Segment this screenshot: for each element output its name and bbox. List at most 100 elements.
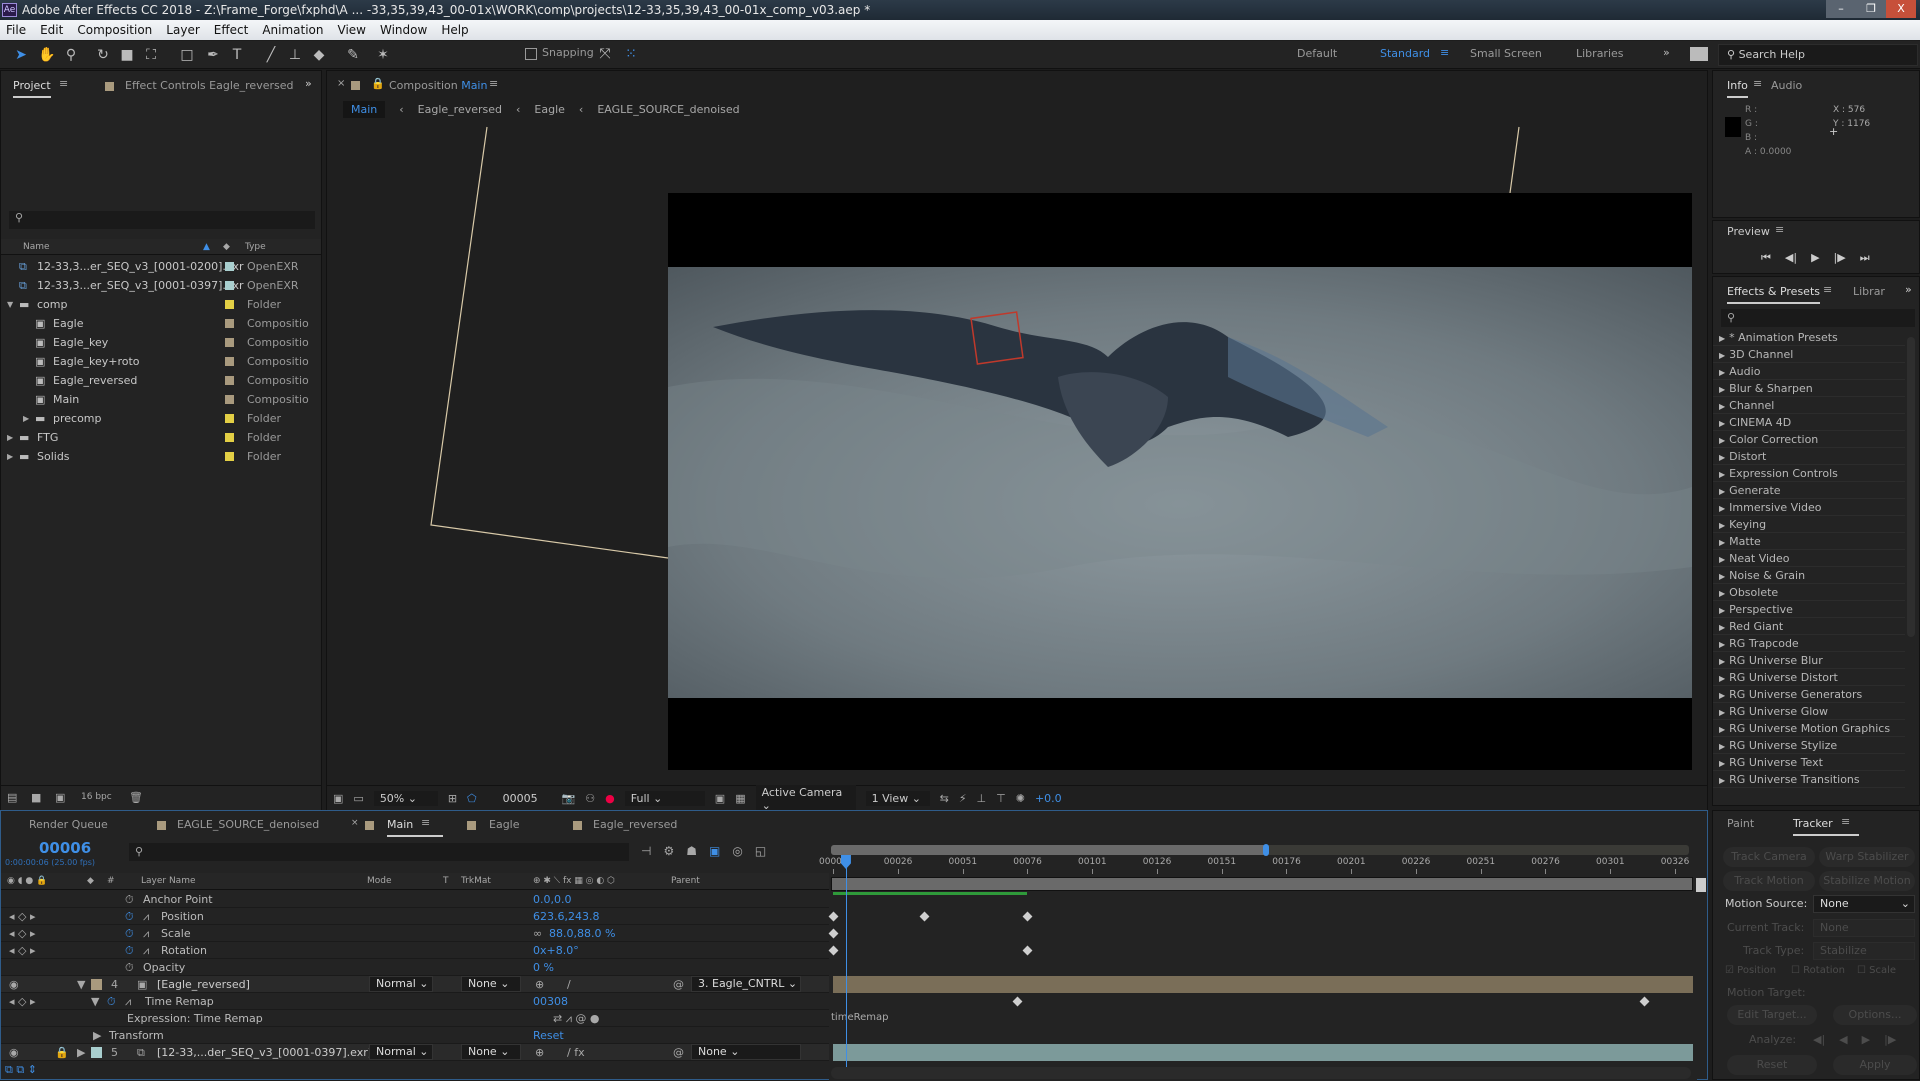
sync-settings-icon[interactable] [1690, 47, 1708, 61]
column-trkmat[interactable]: TrkMat [461, 873, 491, 890]
workspace-standard[interactable]: Standard [1380, 47, 1430, 60]
expression-controls-icons[interactable]: ⇄ ⩘ @ ● [553, 1010, 600, 1027]
last-frame-icon[interactable]: ⏭ [1860, 251, 1870, 265]
graph-icon[interactable]: ⩘ [143, 925, 149, 942]
view-layout-dropdown[interactable]: 1 View ⌄ [865, 791, 930, 806]
zoom-tool-icon[interactable]: ⚲ [62, 46, 80, 64]
property-value[interactable]: 0.0,0.0 [533, 891, 571, 908]
parent-dropdown[interactable]: 3. Eagle_CNTRL ⌄ [691, 976, 801, 992]
panel-menu-icon[interactable]: ≡ [1823, 283, 1832, 296]
menu-window[interactable]: Window [380, 20, 427, 40]
trkmat-dropdown[interactable]: None ⌄ [461, 1044, 521, 1060]
reset-button[interactable]: Reset [1727, 1055, 1817, 1075]
effects-category[interactable]: ▶ Red Giant [1713, 618, 1905, 635]
property-value[interactable]: 88.0,88.0 % [549, 925, 615, 942]
pickwhip-icon[interactable]: @ [673, 976, 684, 993]
snapshot-icon[interactable]: 📷 [562, 792, 576, 805]
edit-target-button[interactable]: Edit Target... [1727, 1005, 1817, 1025]
graph-icon[interactable]: ⩘ [125, 993, 131, 1010]
project-bpc[interactable]: 16 bpc [81, 792, 112, 802]
expand-arrow-icon[interactable]: ▶ [23, 409, 29, 428]
property-rotation[interactable]: ◂ ◇ ▸ ⏱ ⩘ Rotation 0x+8.0° [1, 942, 829, 959]
workspace-libraries[interactable]: Libraries [1576, 47, 1624, 60]
analyze-forward-icon[interactable]: ▶ [1862, 1033, 1870, 1046]
apply-button[interactable]: Apply [1833, 1055, 1917, 1075]
rotation-checkbox[interactable]: ☐ Rotation [1791, 965, 1845, 976]
effects-category[interactable]: ▶ Matte [1713, 533, 1905, 550]
project-item[interactable]: ▶ ▬ precomp Folder [1, 409, 321, 428]
brush-tool-icon[interactable]: ╱ [262, 46, 280, 64]
menu-composition[interactable]: Composition [77, 20, 152, 40]
effects-category[interactable]: ▶ RG Universe Glow [1713, 703, 1905, 720]
column-type[interactable]: Type [245, 239, 266, 255]
tab-paint[interactable]: Paint [1727, 817, 1754, 830]
new-folder-icon[interactable]: ■ [31, 791, 41, 804]
current-time-readout[interactable]: 00005 [503, 792, 538, 805]
effects-category[interactable]: ▶ RG Universe Stylize [1713, 737, 1905, 754]
sort-ascending-icon[interactable]: ▲ [203, 239, 210, 255]
previous-frame-icon[interactable]: ◀| [1785, 251, 1797, 265]
effects-category[interactable]: ▶ Color Correction [1713, 431, 1905, 448]
panel-menu-icon[interactable]: ≡ [1775, 223, 1784, 236]
effects-category[interactable]: ▶ RG Universe Text [1713, 754, 1905, 771]
menu-edit[interactable]: Edit [40, 20, 63, 40]
restore-button[interactable]: ❐ [1856, 0, 1886, 18]
breadcrumb-eagle-reversed[interactable]: Eagle_reversed [418, 103, 502, 116]
property-scale[interactable]: ◂ ◇ ▸ ⏱ ⩘ Scale ∞ 88.0,88.0 % [1, 925, 829, 942]
scale-checkbox[interactable]: ☐ Scale [1857, 965, 1896, 976]
expand-arrow-icon[interactable]: ▼ [77, 976, 85, 993]
tab-eagle[interactable]: Eagle [489, 818, 520, 831]
timeline-footer-icons[interactable]: ⧉ ⧉ ⇕ [5, 1063, 37, 1077]
tab-info[interactable]: Info [1727, 79, 1748, 98]
effects-category[interactable]: ▶ RG Universe Motion Graphics [1713, 720, 1905, 737]
effects-category[interactable]: ▶ RG Universe Distort [1713, 669, 1905, 686]
flowchart-icon[interactable]: ⊤ [996, 792, 1006, 805]
blend-mode-dropdown[interactable]: Normal ⌄ [369, 1044, 433, 1060]
resolution-dropdown[interactable]: Full ⌄ [624, 791, 705, 806]
menu-animation[interactable]: Animation [262, 20, 323, 40]
menu-file[interactable]: File [6, 20, 26, 40]
mask-visibility-icon[interactable]: ⬠ [467, 792, 477, 805]
motion-source-dropdown[interactable]: None ⌄ [1813, 895, 1915, 913]
effects-category[interactable]: ▶ Channel [1713, 397, 1905, 414]
effects-category[interactable]: ▶ RG Universe Blur [1713, 652, 1905, 669]
effects-category[interactable]: ▶ Generate [1713, 482, 1905, 499]
selection-tool-icon[interactable]: ➤ [12, 46, 30, 64]
tab-main[interactable]: Main [387, 818, 444, 837]
shy-layers-icon[interactable]: ☗ [686, 844, 697, 858]
clone-stamp-tool-icon[interactable]: ⊥ [286, 46, 304, 64]
tab-libraries[interactable]: Librar [1853, 285, 1885, 298]
effects-category[interactable]: ▶ Perspective [1713, 601, 1905, 618]
warp-stabilizer-button[interactable]: Warp Stabilizer [1819, 847, 1915, 867]
property-anchor-point[interactable]: ⏱ Anchor Point 0.0,0.0 [1, 891, 829, 908]
effects-category[interactable]: ▶ Blur & Sharpen [1713, 380, 1905, 397]
reset-exposure-icon[interactable]: ✺ [1016, 792, 1025, 805]
column-name[interactable]: Name [23, 239, 50, 255]
interpret-footage-icon[interactable]: ▤ [7, 791, 17, 804]
expand-arrow-icon[interactable]: ▼ [7, 295, 13, 314]
layer-row-4[interactable]: ◉ ▼ 4 ▣ [Eagle_reversed] Normal ⌄ None ⌄… [1, 976, 829, 993]
effects-category[interactable]: ▶ RG Universe Transitions [1713, 771, 1905, 788]
property-time-remap[interactable]: ◂ ◇ ▸ ▼ ⏱ ⩘ Time Remap 00308 [1, 993, 829, 1010]
effects-category[interactable]: ▶ Audio [1713, 363, 1905, 380]
label-color-swatch[interactable] [225, 376, 234, 385]
effects-search-input[interactable]: ⚲ [1721, 309, 1915, 327]
layer-row-5[interactable]: ◉ 🔒 ▶ 5 ⧉ [12-33,...der_SEQ_v3_[0001-039… [1, 1044, 829, 1061]
project-item[interactable]: ▶ ▬ FTG Folder [1, 428, 321, 447]
menu-view[interactable]: View [338, 20, 366, 40]
panel-menu-icon[interactable]: ≡ [1753, 77, 1762, 90]
always-preview-icon[interactable]: ▣ [333, 792, 343, 805]
rectangle-tool-icon[interactable]: □ [178, 46, 196, 64]
composition-viewer[interactable] [668, 193, 1692, 770]
effects-category[interactable]: ▶ 3D Channel [1713, 346, 1905, 363]
current-time-display[interactable]: 00006 [39, 839, 91, 857]
graph-icon[interactable]: ⩘ [143, 908, 149, 925]
next-frame-icon[interactable]: |▶ [1834, 251, 1846, 265]
workspace-small-screen[interactable]: Small Screen [1470, 47, 1542, 60]
fast-previews-icon[interactable]: ⚡ [959, 792, 967, 805]
track-camera-button[interactable]: Track Camera [1723, 847, 1815, 867]
expand-arrow-icon[interactable]: ▼ [91, 993, 99, 1010]
project-item[interactable]: ▣ Eagle_reversed Compositio [1, 371, 321, 390]
exposure-value[interactable]: +0.0 [1035, 792, 1062, 805]
property-value[interactable]: 623.6,243.8 [533, 908, 599, 925]
